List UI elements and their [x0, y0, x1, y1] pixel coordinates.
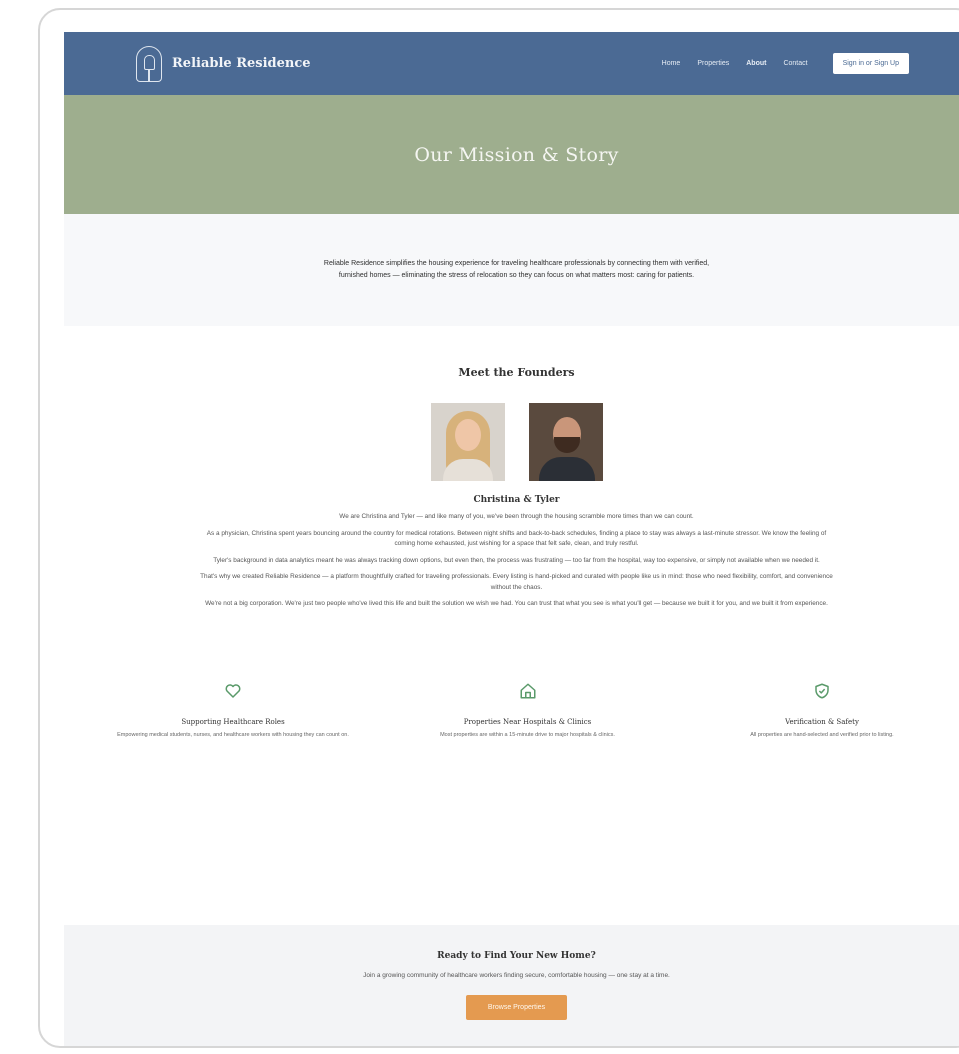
feature-title: Verification & Safety [785, 717, 859, 726]
page-title: Our Mission & Story [414, 143, 619, 166]
story-paragraph-3: Tyler's background in data analytics mea… [213, 556, 820, 564]
feature-near-hospitals: Properties Near Hospitals & Clinics Most… [393, 682, 663, 740]
founders-story: We are Christina and Tyler — and like ma… [197, 512, 837, 610]
heart-icon [98, 682, 368, 702]
story-paragraph-5: We're not a big corporation. We're just … [205, 600, 828, 607]
nav-link-about[interactable]: About [746, 60, 766, 67]
tyler-photo [528, 403, 603, 481]
story-paragraph-2: As a physician, Christina spent years bo… [206, 529, 827, 548]
browse-properties-button[interactable]: Browse Properties [465, 995, 568, 1020]
page-viewport: Reliable Residence Home Properties About… [64, 32, 959, 1046]
feature-title: Properties Near Hospitals & Clinics [463, 717, 592, 726]
cta-text: Join a growing community of healthcare w… [363, 972, 670, 979]
browser-frame: Reliable Residence Home Properties About… [38, 8, 959, 1048]
christina-photo [430, 403, 505, 481]
nav-link-properties[interactable]: Properties [697, 60, 729, 67]
founder-photos [64, 403, 959, 481]
features-row: Supporting Healthcare Roles Empowering m… [64, 682, 959, 740]
top-navbar: Reliable Residence Home Properties About… [64, 32, 959, 95]
cta-heading: Ready to Find Your New Home? [437, 951, 596, 961]
brand-name: Reliable Residence [172, 56, 311, 71]
story-paragraph-1: We are Christina and Tyler — and like ma… [339, 513, 694, 520]
feature-verification: Verification & Safety All properties are… [687, 682, 957, 740]
logo-icon [136, 45, 162, 82]
feature-desc: All properties are hand-selected and ver… [750, 731, 894, 738]
feature-desc: Empowering medical students, nurses, and… [117, 731, 349, 738]
nav-link-contact[interactable]: Contact [783, 60, 807, 67]
feature-desc: Most properties are within a 15-minute d… [440, 731, 615, 738]
feature-title: Supporting Healthcare Roles [181, 717, 285, 726]
hero-banner: Our Mission & Story [64, 95, 959, 214]
mission-intro: Reliable Residence simplifies the housin… [64, 214, 959, 326]
mission-text: Reliable Residence simplifies the housin… [323, 260, 710, 279]
founders-heading: Meet the Founders [458, 366, 575, 379]
founders-names: Christina & Tyler [473, 495, 560, 505]
nav-link-home[interactable]: Home [662, 60, 681, 67]
feature-healthcare-roles: Supporting Healthcare Roles Empowering m… [98, 682, 368, 740]
cta-section: Ready to Find Your New Home? Join a grow… [64, 925, 959, 1046]
shield-check-icon [687, 682, 957, 702]
brand-logo[interactable]: Reliable Residence [136, 45, 311, 82]
signin-button[interactable]: Sign in or Sign Up [832, 53, 909, 74]
home-icon [393, 682, 663, 702]
nav-links: Home Properties About Contact Sign in or… [662, 53, 909, 74]
story-paragraph-4: That's why we created Reliable Residence… [200, 573, 833, 591]
founders-section: Meet the Founders Christina & Tyler We a… [64, 326, 959, 610]
